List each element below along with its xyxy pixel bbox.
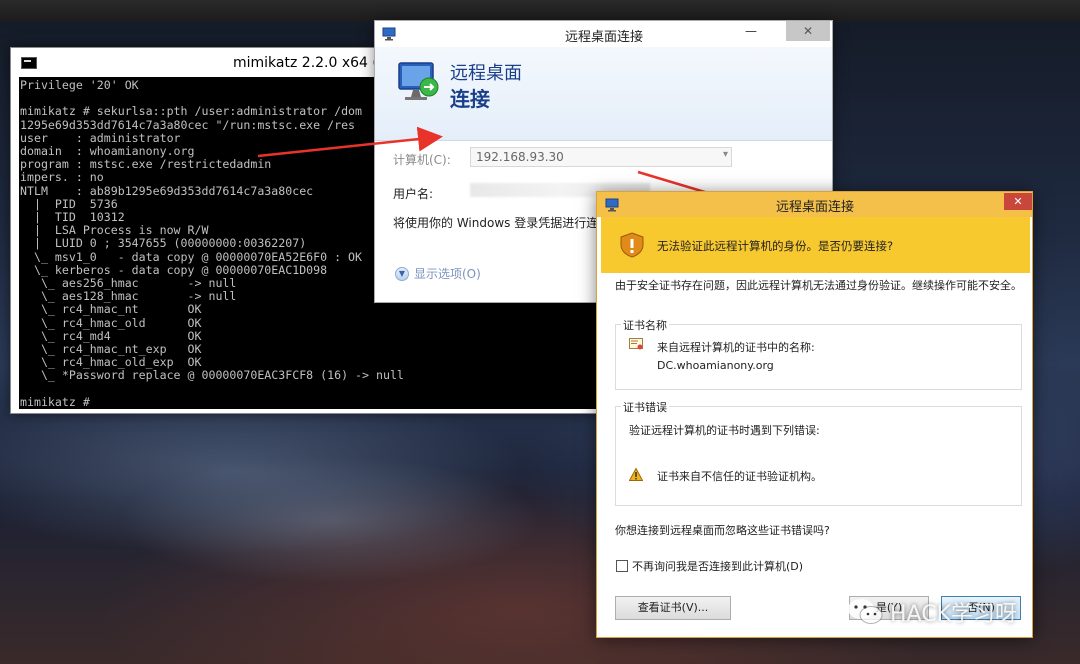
certificate-icon <box>629 338 643 350</box>
cert-name-value: DC.whoamianony.org <box>657 359 774 372</box>
credentials-note: 将使用你的 Windows 登录凭据进行连接。 <box>393 216 623 230</box>
warning-bar: 无法验证此远程计算机的身份。是否仍要连接? <box>601 217 1030 273</box>
watermark-text: HACK学习呀 <box>890 602 1017 627</box>
cert-error-item: 证书来自不信任的证书验证机构。 <box>657 470 822 483</box>
watermark: HACK学习呀 <box>846 596 1017 628</box>
shield-warning-icon <box>620 232 644 258</box>
ignore-question: 你想连接到远程桌面而忽略这些证书错误吗? <box>615 524 830 537</box>
cert-error-group <box>615 406 1022 506</box>
cert-error-group-title: 证书错误 <box>621 399 669 415</box>
dont-ask-checkbox[interactable] <box>616 560 628 572</box>
show-options-link[interactable]: ▼ 显示选项(O) <box>395 265 481 282</box>
close-button[interactable]: ✕ <box>786 21 830 41</box>
show-options-label: 显示选项(O) <box>414 267 481 281</box>
username-label: 用户名: <box>393 187 434 201</box>
cert-name-label: 来自远程计算机的证书中的名称: <box>657 341 815 354</box>
security-dialog-title: 远程桌面连接 <box>776 200 855 215</box>
security-dialog-titlebar[interactable]: 远程桌面连接 ✕ <box>597 192 1032 217</box>
banner-title-line2: 连接 <box>450 87 490 111</box>
security-warning-dialog[interactable]: 远程桌面连接 ✕ 无法验证此远程计算机的身份。是否仍要连接? 由于安全证书存在问… <box>596 191 1033 638</box>
computer-value: 192.168.93.30 <box>476 150 564 164</box>
rdp-title: 远程桌面连接 <box>565 30 644 45</box>
warning-icon <box>629 468 643 481</box>
close-button[interactable]: ✕ <box>1004 193 1032 210</box>
cert-name-group <box>615 324 1022 390</box>
rdp-app-icon <box>382 27 396 41</box>
computer-combobox[interactable]: 192.168.93.30 ▾ <box>470 147 732 167</box>
banner-title-line1: 远程桌面 <box>450 63 522 84</box>
console-icon <box>21 56 37 69</box>
minimize-button[interactable]: — <box>737 21 765 41</box>
wechat-logo-icon <box>848 599 883 624</box>
remote-desktop-icon <box>398 62 439 100</box>
expand-icon: ▼ <box>395 266 409 281</box>
dont-ask-label[interactable]: 不再询问我是否连接到此计算机(D) <box>632 559 803 574</box>
rdp-app-icon <box>605 198 619 212</box>
background-top-strip <box>0 0 1080 22</box>
cert-error-label: 验证远程计算机的证书时遇到下列错误: <box>629 424 820 437</box>
computer-label: 计算机(C): <box>393 153 451 167</box>
console-title: mimikatz 2.2.0 x64 (o <box>233 55 387 71</box>
warning-message: 无法验证此远程计算机的身份。是否仍要连接? <box>657 239 894 253</box>
chevron-down-icon[interactable]: ▾ <box>723 149 728 160</box>
rdp-banner: 远程桌面 连接 <box>375 47 832 141</box>
view-certificate-button[interactable]: 查看证书(V)... <box>615 596 731 620</box>
cert-name-group-title: 证书名称 <box>621 317 669 333</box>
warning-description: 由于安全证书存在问题，因此远程计算机无法通过身份验证。继续操作可能不安全。 <box>615 279 1022 292</box>
rdp-titlebar[interactable]: 远程桌面连接 — ✕ <box>375 21 832 47</box>
